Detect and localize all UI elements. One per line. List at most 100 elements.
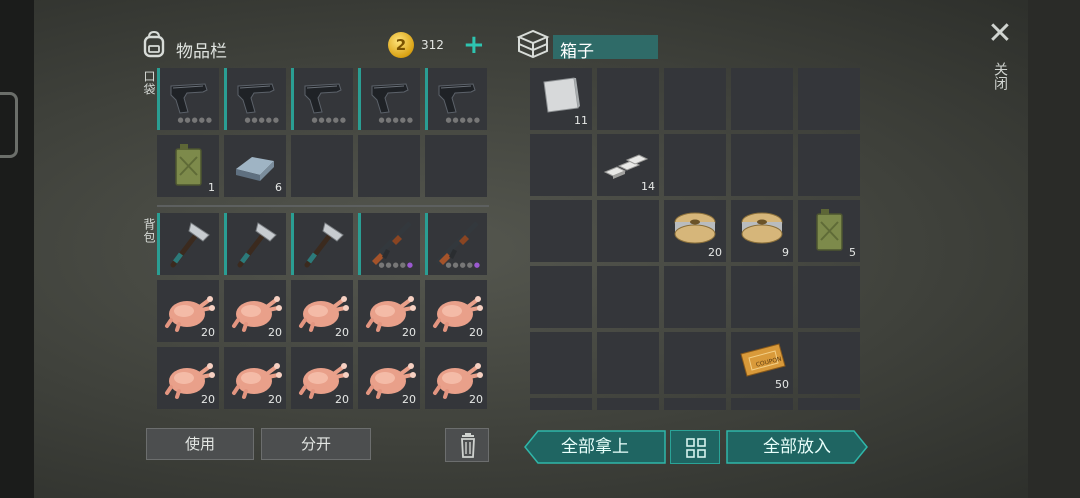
inventory-slot[interactable]: 5 (798, 200, 860, 262)
empty-slot[interactable] (597, 200, 659, 262)
backpack-label: 背包 (142, 218, 156, 244)
inventory-slot[interactable]: ●●●●● (157, 68, 219, 130)
inventory-slot[interactable]: ●●●●● (224, 68, 286, 130)
inventory-slot[interactable]: 11 (530, 68, 592, 130)
inventory-slot[interactable]: 20 (157, 347, 219, 409)
durability-dots: ●●●●● (311, 116, 347, 124)
add-coins-button[interactable]: + (463, 31, 485, 59)
empty-slot[interactable] (731, 68, 793, 130)
close-icon[interactable]: ✕ (986, 19, 1014, 50)
item-count: 20 (708, 246, 722, 259)
empty-slot[interactable] (530, 398, 592, 410)
empty-slot[interactable] (798, 134, 860, 196)
inventory-slot[interactable] (291, 213, 353, 275)
empty-slot[interactable] (664, 332, 726, 394)
empty-slot[interactable] (664, 134, 726, 196)
inventory-slot[interactable] (224, 213, 286, 275)
inventory-slot[interactable]: ●●●●● (425, 68, 487, 130)
item-count: 20 (402, 393, 416, 406)
inventory-slot[interactable]: 14 (597, 134, 659, 196)
inventory-slot[interactable]: COUPON 50 (731, 332, 793, 394)
empty-slot[interactable] (530, 332, 592, 394)
inventory-slot[interactable]: 20 (291, 347, 353, 409)
inventory-slot[interactable]: ●●●●● (358, 68, 420, 130)
durability-dots: ●●●●● (445, 116, 481, 124)
empty-slot[interactable] (731, 266, 793, 328)
empty-slot[interactable] (798, 398, 860, 410)
empty-slot[interactable] (798, 332, 860, 394)
inventory-slot[interactable]: 20 (425, 280, 487, 342)
durability-dots: ●●●●● (177, 116, 213, 124)
inventory-slot[interactable]: 9 (731, 200, 793, 262)
empty-slot[interactable] (664, 398, 726, 410)
inventory-slot[interactable]: 20 (291, 280, 353, 342)
item-count: 20 (335, 393, 349, 406)
empty-slot[interactable] (597, 332, 659, 394)
put-all-label: 全部放入 (763, 437, 831, 457)
hatchet-icon (157, 213, 219, 275)
inventory-slot[interactable]: ●●●●● (291, 68, 353, 130)
hatchet-icon (291, 213, 353, 275)
inventory-slot[interactable]: ●●●●● (358, 213, 420, 275)
hex-frame-icon (0, 92, 18, 158)
item-count: 20 (268, 393, 282, 406)
trash-icon (461, 433, 475, 458)
item-count: 6 (275, 181, 282, 194)
use-button[interactable]: 使用 (146, 428, 254, 460)
empty-slot[interactable] (597, 398, 659, 410)
item-count: 11 (574, 114, 588, 127)
inventory-slot[interactable]: 6 (224, 135, 286, 197)
empty-slot[interactable] (530, 266, 592, 328)
trash-button[interactable] (445, 428, 489, 462)
empty-slot[interactable] (664, 266, 726, 328)
take-all-button[interactable]: 全部拿上 (524, 430, 666, 464)
item-count: 20 (201, 326, 215, 339)
empty-slot[interactable] (597, 68, 659, 130)
right-edge-bar (1028, 0, 1080, 498)
durability-dots: ●●●●● (378, 116, 414, 124)
inventory-slot[interactable]: 1 (157, 135, 219, 197)
close-label[interactable]: 关闭 (990, 62, 1010, 90)
empty-slot[interactable] (358, 135, 420, 197)
empty-slot[interactable] (530, 200, 592, 262)
empty-slot[interactable] (291, 135, 353, 197)
box-icon (516, 29, 550, 59)
inventory-slot[interactable]: 20 (664, 200, 726, 262)
pocket-label: 口袋 (142, 70, 156, 96)
empty-slot[interactable] (798, 266, 860, 328)
item-count: 20 (469, 326, 483, 339)
inventory-slot[interactable]: 20 (425, 347, 487, 409)
coin-icon: 2 (388, 32, 414, 58)
backpack-icon (143, 30, 165, 58)
empty-slot[interactable] (530, 134, 592, 196)
item-count: 20 (268, 326, 282, 339)
empty-slot[interactable] (664, 68, 726, 130)
inventory-slot[interactable]: 20 (224, 280, 286, 342)
item-count: 9 (782, 246, 789, 259)
left-edge-bar (0, 0, 34, 498)
inventory-slot[interactable]: 20 (358, 280, 420, 342)
durability-dots: ●●●●● (378, 261, 414, 269)
inventory-slot[interactable]: 20 (358, 347, 420, 409)
coin-count: 312 (421, 38, 444, 52)
section-divider (157, 205, 489, 207)
item-count: 20 (402, 326, 416, 339)
item-count: 50 (775, 378, 789, 391)
inventory-slot[interactable]: 20 (157, 280, 219, 342)
inventory-slot[interactable]: ●●●●● (425, 213, 487, 275)
sort-button[interactable] (670, 430, 720, 464)
box-title-bar: 箱子 (553, 35, 658, 62)
durability-dots: ●●●●● (244, 116, 280, 124)
item-count: 20 (335, 326, 349, 339)
inventory-slot[interactable]: 20 (224, 347, 286, 409)
split-button[interactable]: 分开 (261, 428, 371, 460)
empty-slot[interactable] (731, 134, 793, 196)
empty-slot[interactable] (597, 266, 659, 328)
empty-slot[interactable] (425, 135, 487, 197)
put-all-button[interactable]: 全部放入 (726, 430, 868, 464)
inventory-title: 物品栏 (176, 42, 227, 62)
inventory-slot[interactable] (157, 213, 219, 275)
hatchet-icon (224, 213, 286, 275)
empty-slot[interactable] (798, 68, 860, 130)
empty-slot[interactable] (731, 398, 793, 410)
